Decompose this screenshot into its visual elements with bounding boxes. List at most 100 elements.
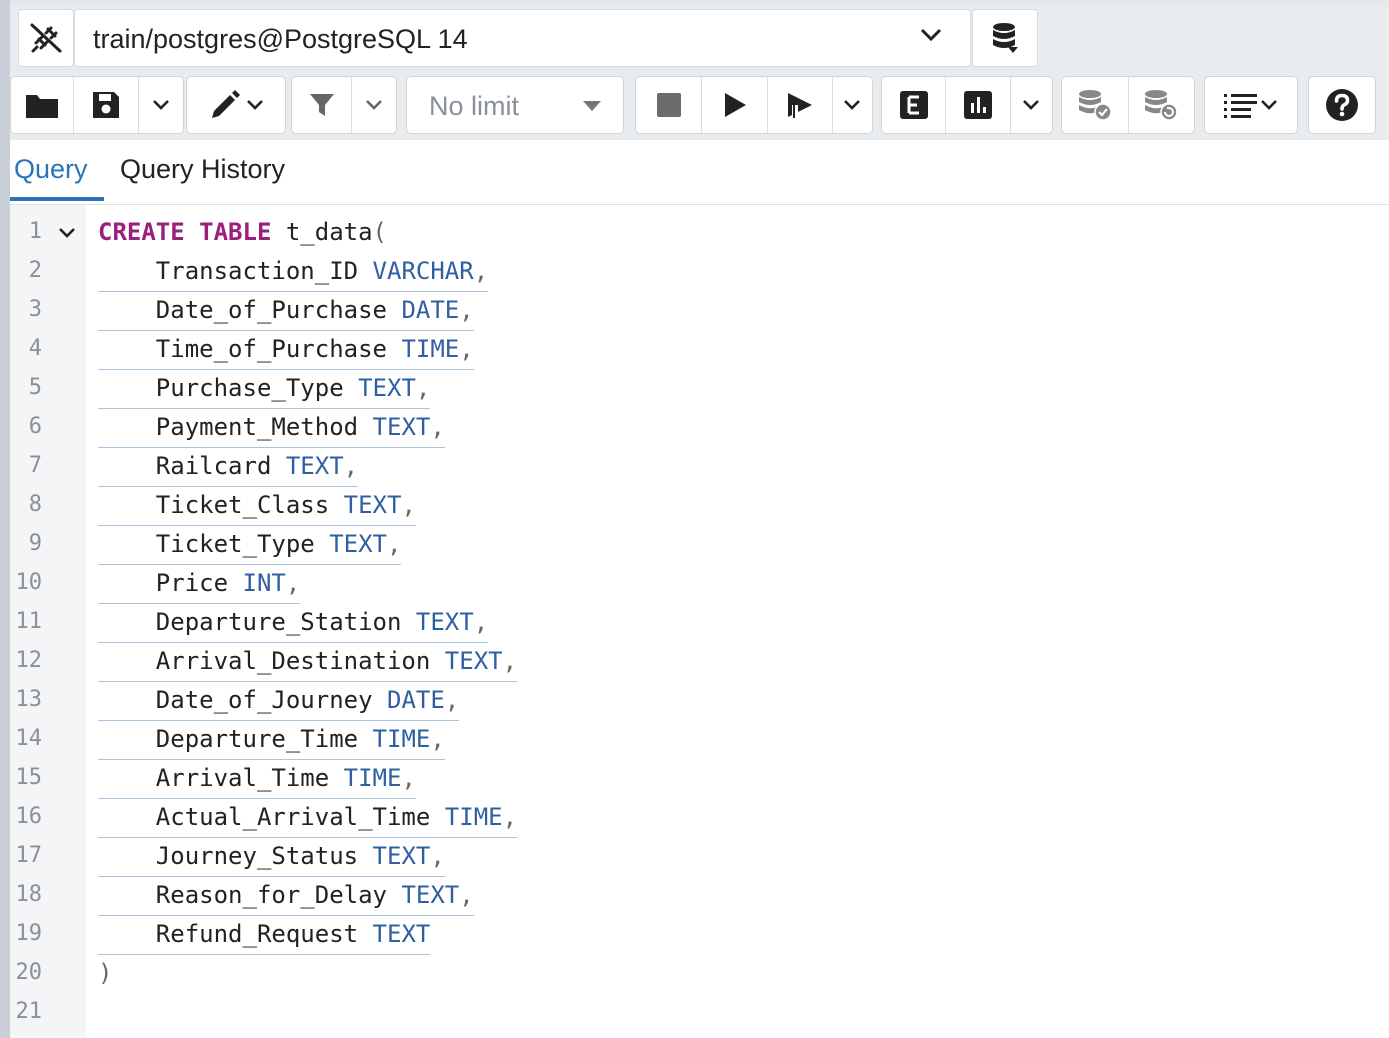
chevron-down-icon [247,100,263,110]
line-number: 5 [28,375,42,400]
bar-chart-icon [963,91,992,119]
rollback-button[interactable] [1129,77,1195,133]
connection-bar: train/postgres@PostgreSQL 14 [10,6,1389,70]
explain-button[interactable] [882,77,947,133]
chevron-down-icon [153,100,169,110]
sql-editor[interactable]: 1 2 3 4 5 6 7 8 9 10 11 12 13 14 15 16 1… [10,205,1389,1038]
separator: , [401,491,416,519]
column-type: VARCHAR [372,257,474,285]
column-type: INT [242,569,286,597]
cancel-query-button[interactable] [636,77,703,133]
column-name: Time_of_Purchase [155,335,387,363]
save-file-button[interactable] [74,77,139,133]
list-icon [1224,94,1257,118]
line-number: 16 [15,804,43,829]
editor-tabs: Query Query History [10,140,1389,205]
column-name: Departure_Time [155,725,359,753]
chevron-down-icon [1261,100,1277,110]
connection-select[interactable]: train/postgres@PostgreSQL 14 [74,9,971,67]
filter-button[interactable] [292,77,353,133]
separator: , [401,764,416,792]
line-number: 20 [15,960,43,985]
explain-analyze-button[interactable] [946,77,1011,133]
open-paren: ( [372,218,387,246]
disconnected-plug-icon [30,23,62,53]
column-type: DATE [387,686,445,714]
tab-query-history[interactable]: Query History [120,154,285,185]
macros-dropdown-button[interactable] [1205,77,1297,133]
help-button[interactable] [1309,77,1375,133]
column-type: TEXT [372,842,431,870]
separator: , [430,842,445,870]
line-number: 17 [15,843,43,868]
column-name: Date_of_Purchase [155,296,387,324]
macros-button-group [1204,76,1298,134]
separator: , [415,374,431,402]
tab-query[interactable]: Query [14,154,88,185]
column-name: Payment_Method [155,413,359,441]
file-button-group [10,76,184,134]
line-number: 10 [15,570,43,595]
line-number: 4 [28,336,42,361]
code-line: Railcard TEXT, [98,446,359,487]
column-type: TIME [372,725,431,753]
connection-status-button[interactable] [18,9,74,67]
column-type: TIME [401,335,460,363]
column-type: TEXT [372,413,431,441]
row-limit-select[interactable]: No limit [406,76,624,134]
line-number: 6 [28,414,42,439]
commit-button[interactable] [1062,77,1129,133]
line-number: 2 [28,258,42,283]
line-number: 13 [15,687,43,712]
filter-options-dropdown[interactable] [352,77,396,133]
open-file-button[interactable] [11,77,74,133]
code-line: Transaction_ID VARCHAR, [98,251,489,292]
new-connection-button[interactable] [972,9,1038,67]
column-type: TIME [343,764,402,792]
database-rollback-icon [1145,90,1178,121]
fold-chevron-down-icon[interactable] [58,227,76,239]
sql-keyword: CREATE TABLE [98,218,272,246]
execute-query-button[interactable] [768,77,833,133]
save-options-dropdown[interactable] [139,77,183,133]
transaction-button-group [1061,76,1195,134]
code-line: Actual_Arrival_Time TIME, [98,797,518,838]
edit-button-group [186,76,286,134]
window-left-edge [0,0,10,1038]
column-name: Journey_Status [155,842,359,870]
query-toolbar: No limit [10,72,1389,138]
separator: , [459,296,474,324]
code-line: Arrival_Destination TEXT, [98,641,518,682]
save-icon [93,92,119,118]
row-limit-label: No limit [429,91,520,121]
line-number: 12 [15,648,43,673]
help-icon [1326,89,1358,121]
column-name: Arrival_Time [155,764,330,792]
column-name: Purchase_Type [155,374,344,402]
column-name: Railcard [155,452,272,480]
chevron-down-icon [366,100,383,110]
line-number: 21 [15,999,43,1024]
column-type: TEXT [372,920,431,948]
code-line: Price INT, [98,563,301,604]
explain-button-group [881,76,1053,134]
play-cursor-icon [787,93,812,118]
column-type: TEXT [358,374,416,402]
folder-icon [26,95,58,118]
separator: , [444,686,460,714]
column-type: TIME [444,803,503,831]
execute-script-button[interactable] [702,77,769,133]
execute-options-dropdown[interactable] [833,77,872,133]
column-name: Transaction_ID [155,257,359,285]
explain-options-dropdown[interactable] [1011,77,1053,133]
help-button-group [1308,76,1376,134]
play-icon [724,93,746,117]
edit-dropdown-button[interactable] [187,77,285,133]
filter-icon [309,94,334,116]
separator: , [343,452,359,480]
line-number: 9 [28,531,42,556]
code-line: CREATE TABLE t_data( [98,212,387,252]
database-commit-icon [1078,90,1112,121]
code-line: ) [98,953,112,993]
column-name: Actual_Arrival_Time [155,803,431,831]
